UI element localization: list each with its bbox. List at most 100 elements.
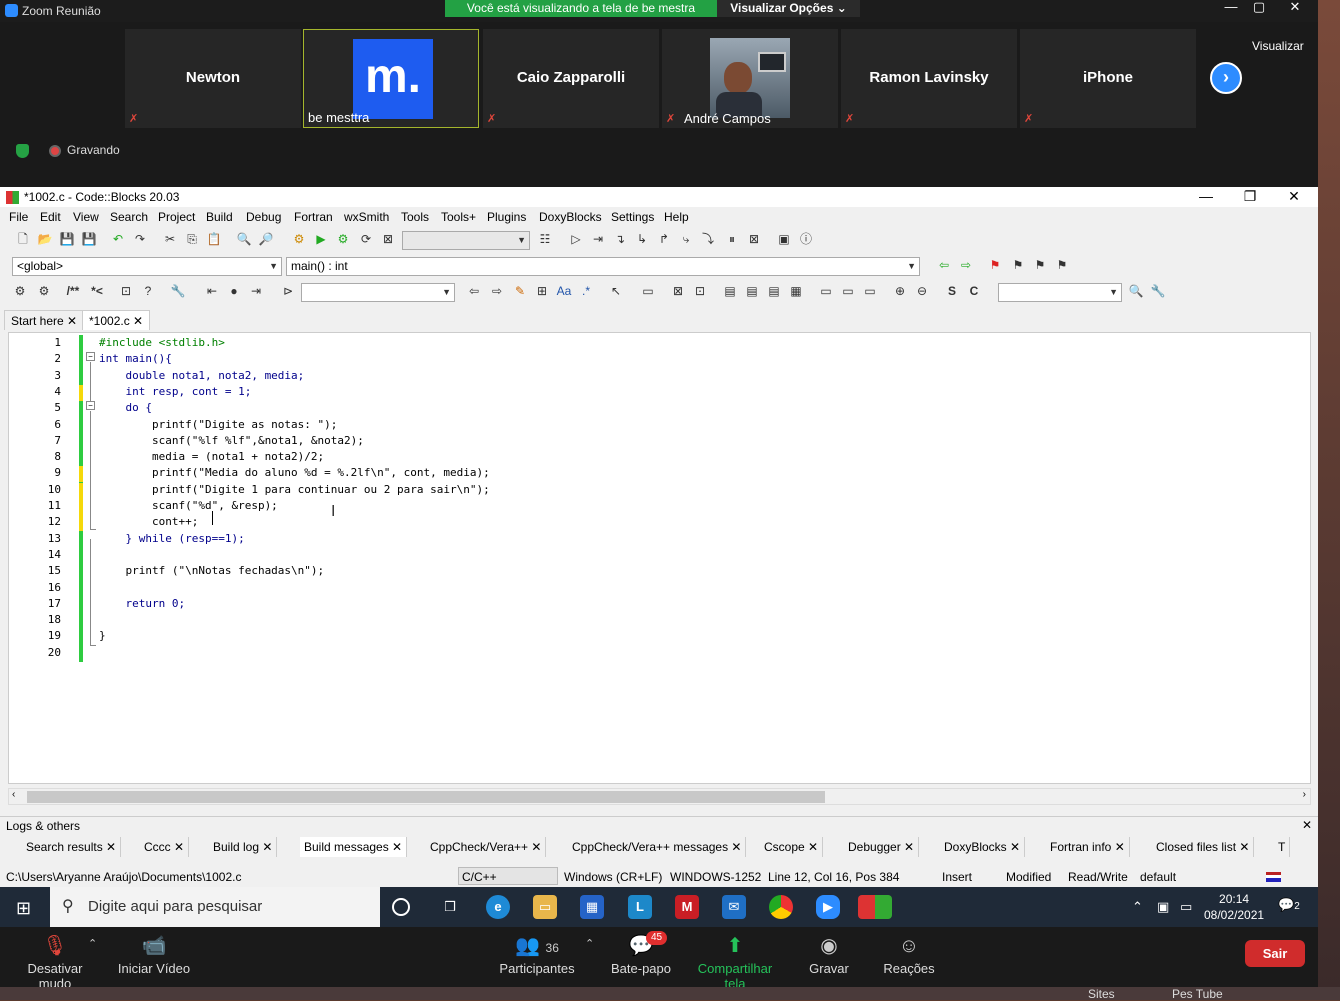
extract-icon[interactable]: ⊡	[118, 284, 134, 300]
symbol-c-icon[interactable]: C	[966, 284, 982, 300]
run-to-cursor-icon[interactable]: ⇥	[590, 232, 606, 248]
leave-button[interactable]: Sair	[1245, 940, 1305, 967]
toggle-bookmark-icon[interactable]: ⚑	[987, 258, 1003, 274]
participant-tile-active[interactable]: m. be mesttra	[303, 29, 479, 128]
jump-forward-icon[interactable]: ⇨	[958, 258, 974, 274]
search-prev-icon[interactable]: ⇦	[466, 284, 482, 300]
tray-device-icon[interactable]: ▣	[1157, 899, 1169, 915]
rect-icon[interactable]: ▭	[640, 284, 656, 300]
battery-icon[interactable]: ▭	[1180, 899, 1192, 915]
taskbar-clock[interactable]: 20:14 08/02/2021	[1204, 891, 1264, 923]
cortana-icon[interactable]	[392, 898, 410, 916]
rebuild-icon[interactable]: ⟳	[358, 232, 374, 248]
jump-back-icon[interactable]: ⇦	[936, 258, 952, 274]
run-icon[interactable]: ▶	[313, 232, 329, 248]
horizontal-scrollbar[interactable]: ‹ ›	[8, 788, 1311, 805]
code-line[interactable]: scanf("%lf %lf",&nota1, &nota2);	[99, 434, 364, 450]
menu-view[interactable]: View	[73, 210, 99, 224]
fold-toggle-icon[interactable]: −	[86, 352, 95, 361]
close-icon[interactable]: ✕	[1236, 840, 1249, 854]
close-icon[interactable]: ✕	[1111, 840, 1125, 854]
log-tab[interactable]: Closed files list ✕	[1152, 837, 1255, 857]
menu-project[interactable]: Project	[158, 210, 195, 224]
reactions-button[interactable]: ☺ Reações	[882, 931, 936, 976]
build-icon[interactable]: ⚙	[291, 232, 307, 248]
next-icon[interactable]: ⇥	[248, 284, 264, 300]
list-icon[interactable]: ▤	[766, 284, 782, 300]
scroll-right-icon[interactable]: ›	[1303, 789, 1306, 800]
stop-debug-icon[interactable]: ⊠	[746, 232, 762, 248]
zoom-out-icon[interactable]: ⊖	[914, 284, 930, 300]
step-out-icon[interactable]: ↱	[656, 232, 672, 248]
next-instruction-icon[interactable]: ⤷	[678, 232, 694, 248]
log-tab[interactable]: T	[1274, 837, 1291, 857]
block-comment-icon[interactable]: /**	[65, 284, 81, 300]
match-case-icon[interactable]: Aa	[556, 284, 572, 300]
chevron-up-icon[interactable]: ⌃	[88, 937, 97, 950]
code-editor[interactable]: 1 2 3 4 5 6 7 8 9 10 11 12 13 14 15 16 17 18 19 20 − − #inc…	[8, 332, 1311, 784]
menu-settings[interactable]: Settings	[611, 210, 654, 224]
close-icon[interactable]: ✕	[103, 840, 116, 854]
pointer-icon[interactable]: ↖	[608, 284, 624, 300]
menu-tools-plus[interactable]: Tools+	[441, 210, 476, 224]
edge-icon[interactable]: e	[486, 895, 510, 919]
maximize-icon[interactable]: ▢	[1246, 0, 1272, 16]
menu-file[interactable]: File	[9, 210, 28, 224]
store-icon[interactable]: ▦	[580, 895, 604, 919]
code-line[interactable]: cont++;	[99, 515, 198, 531]
log-tab[interactable]: CppCheck/Vera++ ✕	[426, 837, 547, 857]
participant-tile[interactable]: Ramon Lavinsky ✗	[841, 29, 1017, 128]
options-icon[interactable]: 🔧	[1150, 284, 1166, 300]
participants-button[interactable]: 👥 36 Participantes	[496, 931, 578, 976]
scope-combo[interactable]: <global> ▼	[12, 257, 282, 276]
zoom-app-icon[interactable]: ▶	[816, 895, 840, 919]
box2-icon[interactable]: ▭	[840, 284, 856, 300]
thread-search-icon[interactable]: 🔍	[1128, 284, 1144, 300]
code-line[interactable]: scanf("%d", &resp);	[99, 499, 278, 515]
grid-icon[interactable]: ⊠	[670, 284, 686, 300]
tab-start-here[interactable]: Start here ✕	[4, 310, 85, 330]
view-button[interactable]: Visualizar	[1252, 39, 1304, 53]
step-instruction-icon[interactable]: ⤵	[700, 232, 716, 248]
task-view-icon[interactable]: ❒	[438, 895, 462, 919]
tray-chevron-icon[interactable]: ⌃	[1132, 899, 1143, 915]
log-tab[interactable]: DoxyBlocks ✕	[940, 837, 1026, 857]
wrench-icon[interactable]: 🔧	[170, 284, 186, 300]
close-icon[interactable]: ✕	[1272, 187, 1316, 207]
build-target-combo[interactable]: ▼	[402, 231, 530, 250]
code-line[interactable]: double nota1, nota2, media;	[99, 369, 304, 385]
minimize-icon[interactable]: —	[1184, 187, 1228, 207]
log-tab[interactable]: Search results ✕	[22, 837, 122, 857]
log-tab[interactable]: Cccc ✕	[140, 837, 190, 857]
debug-info-icon[interactable]: ⓘ	[798, 232, 814, 248]
participant-tile[interactable]: Newton ✗	[125, 29, 301, 128]
mcafee-icon[interactable]: M	[675, 895, 699, 919]
close-icon[interactable]: ✕	[728, 840, 741, 854]
highlight-icon[interactable]: ✎	[512, 284, 528, 300]
record-button[interactable]: ◉ Gravar	[806, 931, 852, 976]
menu-help[interactable]: Help	[664, 210, 689, 224]
menu-search[interactable]: Search	[110, 210, 148, 224]
code-line[interactable]: #include <stdlib.h>	[99, 336, 225, 352]
prev-icon[interactable]: ⇤	[204, 284, 220, 300]
doxy-icon[interactable]: ⚙	[12, 284, 28, 300]
scroll-thumb[interactable]	[27, 791, 825, 803]
menu-fortran[interactable]: Fortran	[294, 210, 333, 224]
code-line[interactable]: return 0;	[99, 597, 185, 613]
scroll-left-icon[interactable]: ‹	[12, 789, 15, 800]
table-icon[interactable]: ▦	[788, 284, 804, 300]
close-icon[interactable]: ✕	[389, 840, 402, 854]
menu-edit[interactable]: Edit	[40, 210, 61, 224]
close-icon[interactable]: ✕	[901, 840, 914, 854]
doxy-run-icon[interactable]: ⚙	[36, 284, 52, 300]
log-tab[interactable]: Debugger ✕	[844, 837, 920, 857]
mail-icon[interactable]: ✉	[722, 895, 746, 919]
next-bookmark-icon[interactable]: ⚑	[1032, 258, 1048, 274]
menu-plugins[interactable]: Plugins	[487, 210, 526, 224]
restore-icon[interactable]: ❐	[1228, 187, 1272, 207]
symbol-combo[interactable]: main() : int ▼	[286, 257, 920, 276]
windows-start-icon[interactable]: ⊞	[16, 898, 31, 919]
tag-icon[interactable]: ⊳	[280, 284, 296, 300]
log-tab[interactable]: Build log ✕	[209, 837, 278, 857]
participant-tile[interactable]: Caio Zapparolli ✗	[483, 29, 659, 128]
